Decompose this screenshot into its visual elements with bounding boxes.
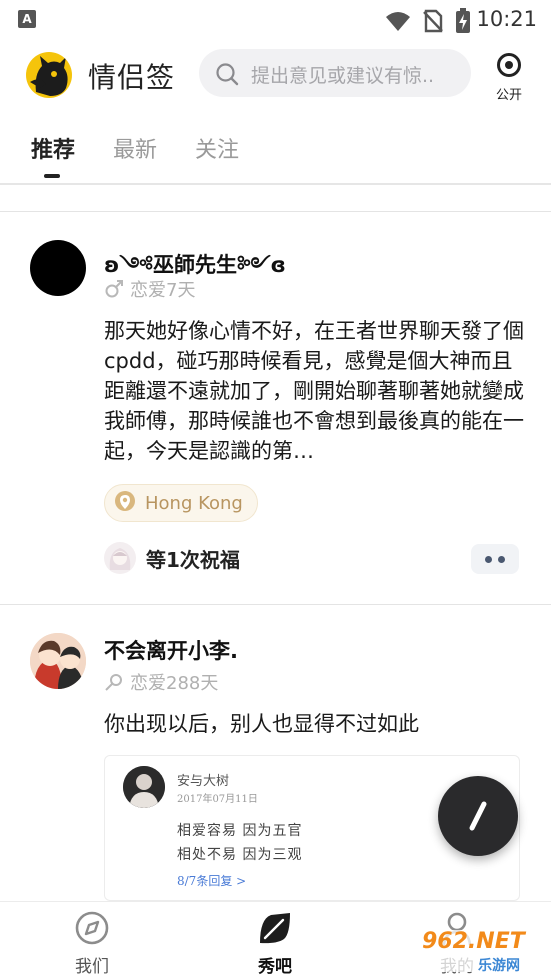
nav-label: 秀吧 [258, 957, 292, 977]
clock-time: 10:21 [476, 7, 537, 31]
tab-latest[interactable]: 最新 [113, 132, 157, 164]
male-icon [105, 280, 123, 298]
location-text: Hong Kong [145, 492, 243, 514]
notification-icon: A [18, 10, 36, 28]
search-bar[interactable]: 提出意见或建议有惊.. [199, 49, 471, 97]
blessing-row[interactable]: 等1次祝福 [104, 542, 240, 574]
leaf-icon [260, 913, 290, 944]
public-toggle-button[interactable]: 公开 [488, 52, 530, 103]
post-meta: 恋爱288天 [104, 669, 218, 695]
tabs-divider [0, 183, 551, 185]
blessing-text: 等1次祝福 [146, 547, 240, 572]
blessing-avatar [104, 542, 136, 574]
wifi-icon [386, 12, 410, 31]
post-content[interactable]: 你出现以后，别人也显得不过如此 [104, 709, 524, 739]
person-photo-icon [123, 766, 165, 808]
feed-tabs: 推荐 最新 关注 [0, 114, 551, 184]
search-placeholder: 提出意见或建议有惊.. [251, 65, 435, 87]
love-days: 恋爱288天 [130, 673, 219, 694]
more-dot-icon [485, 555, 492, 563]
anime-avatar-icon [109, 548, 131, 570]
more-options-button[interactable] [471, 544, 519, 574]
no-sim-icon [423, 9, 443, 33]
battery-charging-icon [456, 8, 470, 33]
dog-logo-icon [30, 56, 68, 96]
watermark-subtext: 乐游网 [478, 958, 520, 974]
quoted-date: 2017年07月11日 [177, 794, 258, 805]
quoted-name: 安与大树 [177, 774, 230, 789]
watermark-logo: 962.NET 乐游网 [412, 928, 548, 976]
couple-avatar-icon [30, 633, 86, 689]
quoted-reply-link: 8/7条回复 > [177, 874, 247, 888]
avatar[interactable] [30, 633, 86, 689]
status-bar: A 10:21 [0, 0, 551, 38]
quoted-line: 相爱容易 因为五官 [177, 823, 303, 839]
more-dot-icon [498, 555, 505, 563]
location-chip[interactable]: Hong Kong [104, 484, 258, 522]
pen-icon [469, 801, 487, 831]
compose-fab-button[interactable] [438, 776, 518, 856]
app-title: 情侣签 [88, 61, 176, 94]
status-icons [385, 8, 471, 34]
public-label: 公开 [495, 88, 522, 103]
target-icon [497, 53, 521, 77]
location-pin-icon [115, 491, 135, 511]
quoted-avatar [123, 766, 165, 808]
tab-indicator [44, 174, 60, 178]
avatar[interactable] [30, 240, 86, 296]
nav-item-show[interactable]: 秀吧 [230, 910, 320, 977]
nav-item-us[interactable]: 我们 [47, 910, 137, 977]
love-days: 恋爱7天 [130, 280, 196, 301]
feed-post[interactable]: ʚ༺巫師先生༻ɞ 恋爱7天 那天她好像心情不好，在王者世界聊天發了個cpdd，碰… [0, 212, 551, 604]
nav-label: 我们 [75, 957, 109, 977]
tab-following[interactable]: 关注 [195, 132, 239, 164]
watermark-text: 962.NET [422, 929, 525, 954]
post-meta: 恋爱7天 [104, 276, 195, 302]
post-username[interactable]: 不会离开小李. [104, 635, 238, 665]
quoted-line: 相处不易 因为三观 [177, 847, 303, 863]
pin-icon [105, 674, 122, 691]
tab-recommended[interactable]: 推荐 [31, 132, 75, 164]
search-icon [216, 63, 239, 86]
app-bar: 情侣签 提出意见或建议有惊.. 公开 [0, 38, 551, 114]
compass-icon [75, 911, 109, 945]
post-content[interactable]: 那天她好像心情不好，在王者世界聊天發了個cpdd，碰巧那時候看見，感覺是個大神而… [104, 316, 524, 466]
feed-post[interactable]: 不会离开小李. 恋爱288天 你出现以后，别人也显得不过如此 安与大树 2017… [0, 605, 551, 901]
app-logo [26, 52, 72, 98]
